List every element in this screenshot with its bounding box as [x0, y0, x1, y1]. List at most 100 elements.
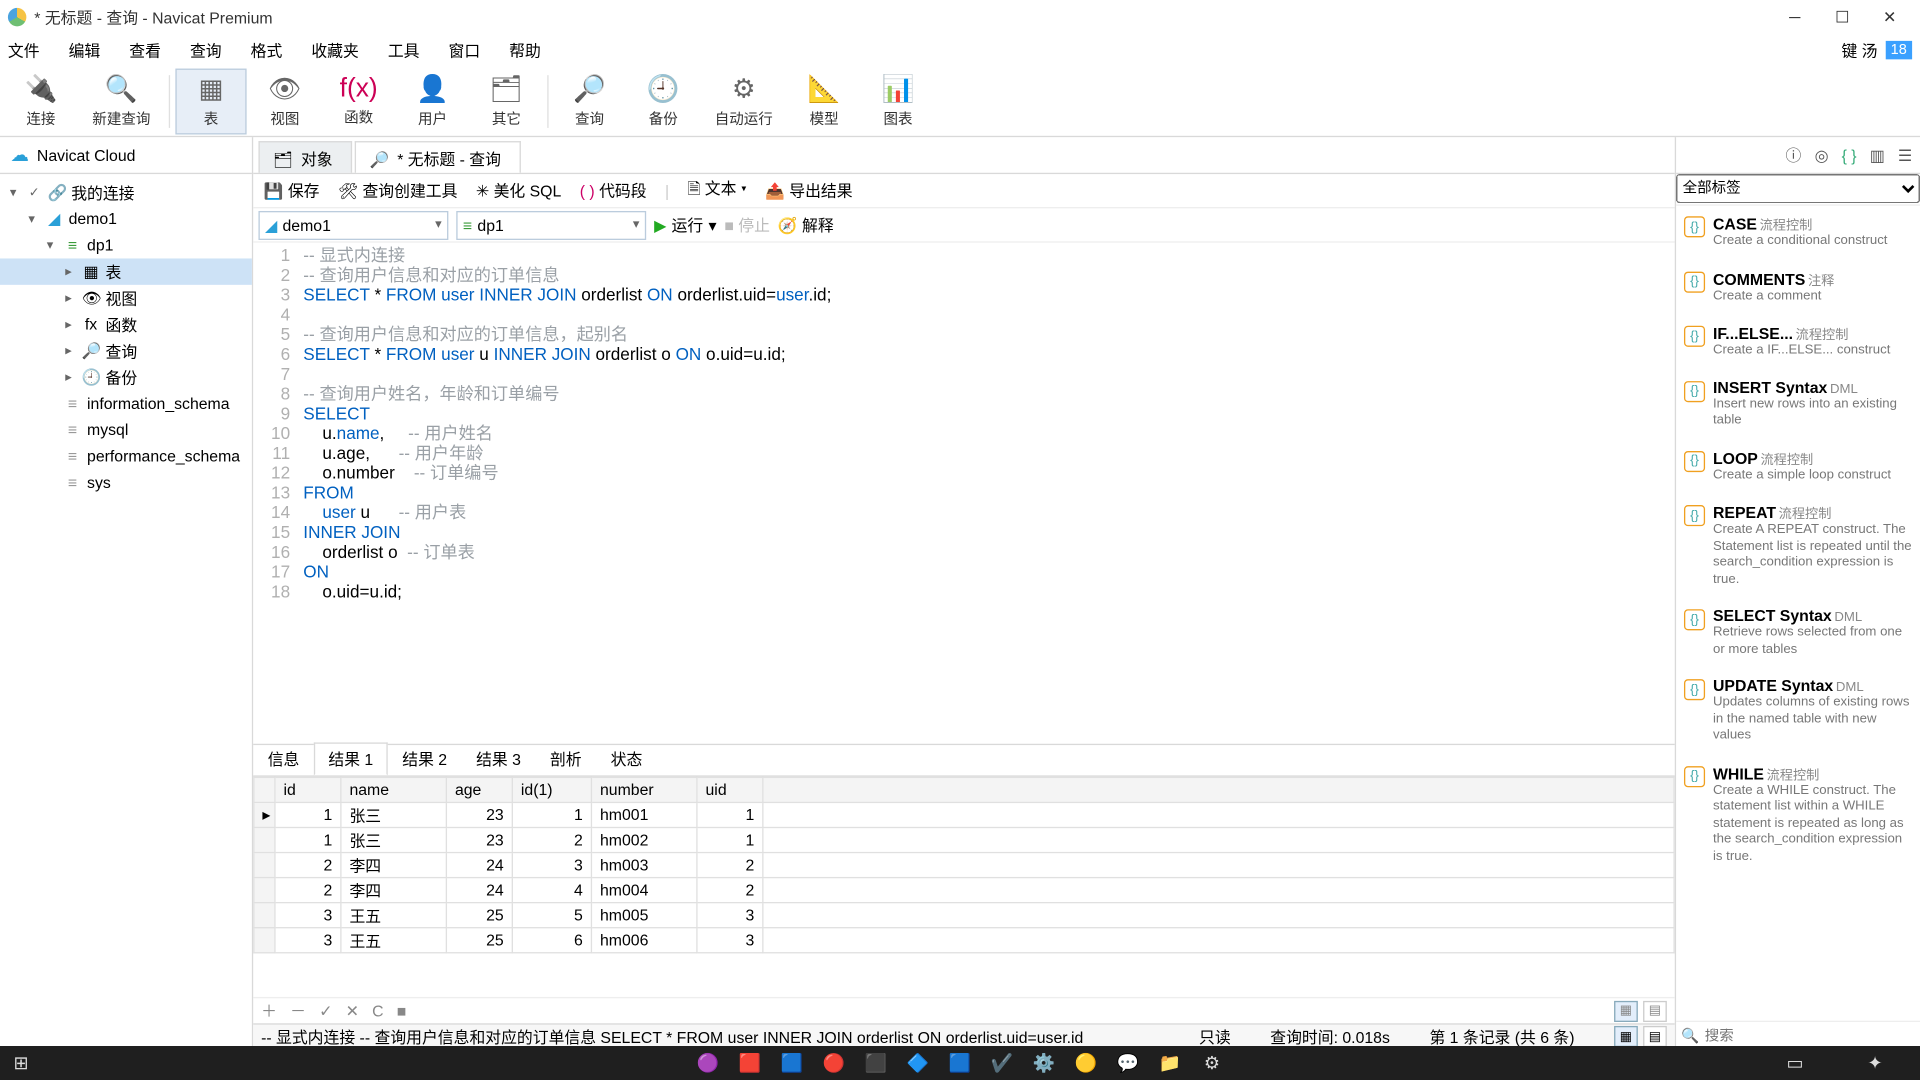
account-label[interactable]: 键 汤 [1841, 39, 1877, 61]
close-button[interactable]: ✕ [1880, 8, 1898, 26]
taskbar-wechat[interactable]: 💬 [1113, 1048, 1143, 1078]
menu-编辑[interactable]: 编辑 [69, 39, 101, 61]
result-tab-结果 3[interactable]: 结果 3 [462, 742, 536, 775]
taskbar-terminal[interactable]: ⬛ [861, 1048, 891, 1078]
table-row[interactable]: 2李四244hm0042 [254, 878, 1674, 903]
tree-表[interactable]: ▸▦表 [0, 258, 252, 284]
toolbar-函数[interactable]: f(x)函数 [323, 68, 394, 134]
tree-dp1[interactable]: ▾≡dp1 [0, 232, 252, 258]
table-row[interactable]: 2李四243hm0032 [254, 853, 1674, 878]
taskbar-chrome[interactable]: 🔴 [819, 1048, 849, 1078]
tree-sys[interactable]: ≡sys [0, 469, 252, 495]
tab-* 无标题 - 查询[interactable]: 🔎* 无标题 - 查询 [355, 141, 521, 173]
taskbar-steam[interactable]: ⚙️ [1029, 1048, 1059, 1078]
table-row[interactable]: 1张三232hm0021 [254, 827, 1674, 852]
toolbar-图表[interactable]: 📊图表 [862, 68, 933, 134]
table-row[interactable]: 3王五256hm0063 [254, 928, 1674, 953]
taskbar-taskview[interactable]: ▭ [1780, 1048, 1810, 1078]
taskbar-app1[interactable]: 🟥 [735, 1048, 765, 1078]
menu-窗口[interactable]: 窗口 [449, 39, 481, 61]
view-mode-form[interactable]: ▤ [1643, 1026, 1667, 1047]
tree-备份[interactable]: ▸🕘备份 [0, 364, 252, 390]
query-builder-button[interactable]: 🛠 查询创建工具 [338, 179, 457, 201]
col-number[interactable]: number [591, 777, 696, 802]
minimize-button[interactable]: ─ [1786, 8, 1804, 26]
tree-函数[interactable]: ▸fx函数 [0, 311, 252, 337]
view-mode-grid[interactable]: ▦ [1614, 1026, 1638, 1047]
info-icon[interactable]: ⓘ [1786, 144, 1802, 166]
menu-查询[interactable]: 查询 [190, 39, 222, 61]
toolbar-备份[interactable]: 🕘备份 [628, 68, 699, 134]
col-age[interactable]: age [446, 777, 512, 802]
menu-工具[interactable]: 工具 [388, 39, 420, 61]
taskbar-copilot[interactable]: ✦ [1860, 1048, 1890, 1078]
toolbar-查询[interactable]: 🔎查询 [554, 68, 625, 134]
grid-cancel-button[interactable]: ✕ [346, 1002, 359, 1020]
preview-icon[interactable]: ◎ [1815, 146, 1829, 164]
tree-demo1[interactable]: ▾◢demo1 [0, 206, 252, 232]
connection-select[interactable]: ◢demo1▾ [258, 210, 448, 239]
toolbar-连接[interactable]: 🔌连接 [5, 68, 76, 134]
snippet-filter-select[interactable]: 全部标签 [1676, 174, 1920, 203]
result-tab-剖析[interactable]: 剖析 [535, 742, 596, 775]
snippet-SELECT Syntax[interactable]: {}SELECT SyntaxDMLRetrieve rows selected… [1676, 599, 1920, 669]
snippet-WHILE[interactable]: {}WHILE流程控制Create a WHILE construct. The… [1676, 755, 1920, 876]
tree-performance_schema[interactable]: ≡performance_schema [0, 443, 252, 469]
menu-格式[interactable]: 格式 [251, 39, 283, 61]
snippet-INSERT Syntax[interactable]: {}INSERT SyntaxDMLInsert new rows into a… [1676, 370, 1920, 440]
beautify-sql-button[interactable]: ✳ 美化 SQL [476, 179, 561, 201]
grid-confirm-button[interactable]: ✓ [319, 1002, 332, 1020]
grid-add-button[interactable]: ＋ [261, 1000, 277, 1022]
navicat-cloud-tab[interactable]: ☁ Navicat Cloud [0, 137, 252, 174]
toolbar-用户[interactable]: 👤用户 [397, 68, 468, 134]
snippet-UPDATE Syntax[interactable]: {}UPDATE SyntaxDMLUpdates columns of exi… [1676, 669, 1920, 755]
toolbar-其它[interactable]: 🗂其它 [471, 68, 542, 134]
snippet-LOOP[interactable]: {}LOOP流程控制Create a simple loop construct [1676, 440, 1920, 495]
grid-refresh-button[interactable]: C [372, 1002, 383, 1020]
export-results-button[interactable]: 📤 导出结果 [765, 179, 852, 201]
col-uid[interactable]: uid [697, 777, 763, 802]
taskbar-todo[interactable]: ✔️ [987, 1048, 1017, 1078]
snippet-IF...ELSE...[interactable]: {}IF...ELSE...流程控制Create a IF...ELSE... … [1676, 315, 1920, 370]
tree-mysql[interactable]: ≡mysql [0, 417, 252, 443]
grid-stop-button[interactable]: ■ [397, 1002, 407, 1020]
snippet-COMMENTS[interactable]: {}COMMENTS注释Create a comment [1676, 260, 1920, 315]
snippet-CASE[interactable]: {}CASE流程控制Create a conditional construct [1676, 206, 1920, 261]
col-name[interactable]: name [341, 777, 446, 802]
maximize-button[interactable]: ☐ [1833, 8, 1851, 26]
grid-view-form[interactable]: ▤ [1643, 1000, 1667, 1021]
database-select[interactable]: ≡dp1▾ [456, 210, 646, 239]
menu-文件[interactable]: 文件 [8, 39, 40, 61]
menu-查看[interactable]: 查看 [129, 39, 161, 61]
tree-information_schema[interactable]: ≡information_schema [0, 390, 252, 416]
start-button[interactable]: ⊞ [6, 1048, 36, 1078]
result-grid[interactable]: idnameageid(1)numberuid▸1张三231hm00111张三2… [253, 775, 1675, 1049]
tree-视图[interactable]: ▸👁视图 [0, 285, 252, 311]
result-tab-状态[interactable]: 状态 [596, 742, 657, 775]
taskbar-eclipse[interactable]: 🟣 [693, 1048, 723, 1078]
taskbar-explorer[interactable]: 📁 [1155, 1048, 1185, 1078]
toolbar-模型[interactable]: 📐模型 [789, 68, 860, 134]
run-button[interactable]: ▶ 运行 ▾ [654, 214, 716, 236]
grid-view-grid[interactable]: ▦ [1614, 1000, 1638, 1021]
sql-editor[interactable]: 123456789101112131415161718 -- 显式内连接-- 查… [253, 243, 1675, 744]
toolbar-视图[interactable]: 👁视图 [249, 68, 320, 134]
col-id(1)[interactable]: id(1) [512, 777, 591, 802]
menu-帮助[interactable]: 帮助 [509, 39, 541, 61]
snippet-search-input[interactable] [1705, 1028, 1915, 1044]
grid-remove-button[interactable]: － [290, 1000, 306, 1022]
code-brackets-icon[interactable]: { } [1842, 146, 1857, 164]
toolbar-自动运行[interactable]: ⚙自动运行 [702, 68, 786, 134]
taskbar-navicat[interactable]: 🟡 [1071, 1048, 1101, 1078]
table-row[interactable]: ▸1张三231hm0011 [254, 802, 1674, 827]
text-export-button[interactable]: 🗎 文本 ▾ [688, 177, 747, 205]
table-row[interactable]: 3王五255hm0053 [254, 903, 1674, 928]
taskbar-visio[interactable]: 🟦 [945, 1048, 975, 1078]
tree-查询[interactable]: ▸🔎查询 [0, 338, 252, 364]
tab-对象[interactable]: 🗂对象 [258, 141, 352, 173]
result-tab-结果 2[interactable]: 结果 2 [388, 742, 462, 775]
result-tab-信息[interactable]: 信息 [253, 742, 314, 775]
save-button[interactable]: 💾 保存 [264, 179, 320, 201]
col-id[interactable]: id [275, 777, 341, 802]
list-icon[interactable]: ▥ [1870, 146, 1885, 164]
